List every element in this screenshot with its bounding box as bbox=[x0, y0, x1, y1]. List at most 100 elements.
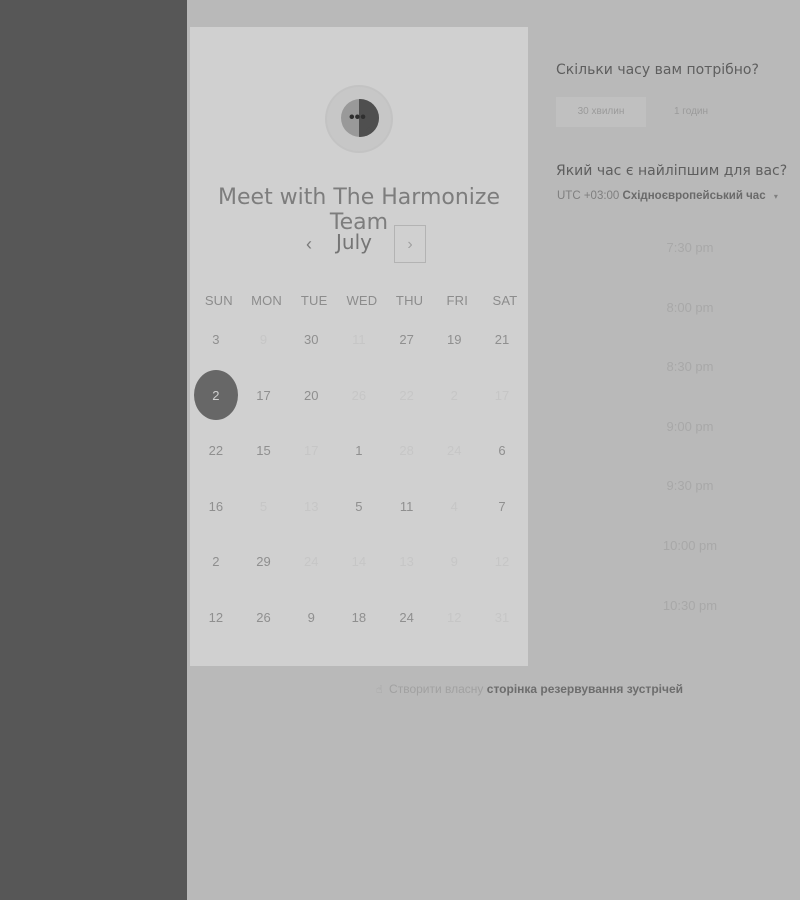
ellipsis-icon: ••• bbox=[349, 109, 366, 126]
calendar-day-number: 9 bbox=[307, 609, 315, 625]
time-slot[interactable]: 9:30 pm bbox=[640, 478, 740, 493]
calendar-day[interactable]: 5 bbox=[335, 482, 383, 530]
calendar-day-number: 9 bbox=[259, 332, 268, 348]
calendar-day: 12 bbox=[478, 538, 526, 586]
calendar-day[interactable]: 19 bbox=[430, 316, 478, 364]
duration-options: 30 хвилин 1 годин bbox=[556, 97, 736, 127]
calendar-day-number: 20 bbox=[303, 387, 319, 403]
footer-promo: ☝ Створити власну сторінка резервування … bbox=[376, 682, 683, 696]
time-slot[interactable]: 9:00 pm bbox=[640, 419, 740, 434]
calendar-day: 2 bbox=[430, 371, 478, 419]
calendar-day-number: 11 bbox=[352, 332, 366, 348]
calendar-day[interactable]: 16 bbox=[192, 482, 240, 530]
calendar-day: 9 bbox=[430, 538, 478, 586]
weekday-label: THU bbox=[395, 293, 424, 308]
calendar-week: 3 9 30 11 27 19 21 bbox=[192, 312, 526, 368]
timezone-select[interactable]: UTC +03:00 Східноєвропейський час ▾ bbox=[557, 190, 778, 202]
calendar-day-number: 24 bbox=[303, 554, 319, 570]
calendar-day[interactable]: 11 bbox=[383, 482, 431, 530]
calendar-day-number: 30 bbox=[303, 332, 319, 348]
calendar-day[interactable]: 18 bbox=[335, 593, 383, 641]
calendar-day-number: 31 bbox=[494, 609, 510, 625]
calendar-day-selected[interactable]: 2 bbox=[192, 370, 240, 421]
calendar-day-number: 5 bbox=[259, 498, 268, 514]
pointer-hand-icon: ☝ bbox=[376, 684, 383, 696]
calendar-day-number: 7 bbox=[498, 498, 506, 514]
calendar-day-number: 2 bbox=[193, 370, 238, 421]
calendar-day-number: 22 bbox=[399, 387, 414, 403]
calendar-day-number: 12 bbox=[447, 609, 462, 625]
calendar-day[interactable]: 7 bbox=[478, 482, 526, 530]
calendar-day[interactable]: 20 bbox=[287, 371, 335, 419]
chevron-right-icon[interactable]: › bbox=[394, 225, 426, 263]
calendar-day-number: 15 bbox=[256, 443, 271, 459]
time-slot[interactable]: 8:30 pm bbox=[640, 359, 740, 374]
calendar-day[interactable]: 6 bbox=[478, 427, 526, 475]
calendar-day: 26 bbox=[335, 371, 383, 419]
chevron-left-icon[interactable]: ‹ bbox=[295, 230, 323, 258]
calendar-day-number: 17 bbox=[303, 443, 319, 459]
calendar-day[interactable]: 21 bbox=[478, 316, 526, 364]
time-slot[interactable]: 8:00 pm bbox=[640, 300, 740, 315]
calendar-card: ••• Meet with The Harmonize Team ‹ July … bbox=[190, 27, 528, 666]
duration-question: Скільки часу вам потрібно? bbox=[556, 62, 759, 78]
calendar-day-number: 5 bbox=[355, 498, 363, 514]
calendar-day: 13 bbox=[383, 538, 431, 586]
calendar-day[interactable]: 30 bbox=[287, 316, 335, 364]
calendar-day-number: 12 bbox=[208, 609, 224, 625]
calendar-day[interactable]: 22 bbox=[192, 427, 240, 475]
calendar-day: 24 bbox=[430, 427, 478, 475]
calendar-day-number: 2 bbox=[450, 387, 458, 403]
calendar-day[interactable]: 1 bbox=[335, 427, 383, 475]
calendar-day[interactable]: 17 bbox=[240, 371, 288, 419]
weekday-label: SUN bbox=[204, 293, 233, 308]
time-question: Який час є найліпшим для вас? bbox=[556, 163, 788, 179]
calendar-day-number: 18 bbox=[351, 609, 367, 625]
calendar-day: 12 bbox=[430, 593, 478, 641]
calendar-day[interactable]: 9 bbox=[287, 593, 335, 641]
time-slot[interactable]: 10:30 pm bbox=[640, 598, 740, 613]
weekday-label: WED bbox=[346, 293, 378, 308]
weekday-label: SAT bbox=[492, 293, 518, 308]
calendar-day-number: 12 bbox=[494, 554, 510, 570]
time-slot[interactable]: 7:30 pm bbox=[640, 240, 740, 255]
days-grid: 3 9 30 11 27 19 21 2 17 20 26 22 2 17 22 15 17 1 28 24 6 16 5 1… bbox=[192, 312, 526, 645]
calendar-day: 4 bbox=[430, 482, 478, 530]
calendar-day-number: 9 bbox=[450, 554, 458, 570]
calendar-day[interactable]: 12 bbox=[192, 593, 240, 641]
calendar-day-number: 3 bbox=[212, 332, 220, 348]
calendar-day-number: 16 bbox=[208, 498, 224, 514]
month-label: July bbox=[336, 230, 372, 254]
calendar-day[interactable]: 15 bbox=[240, 427, 288, 475]
duration-option[interactable]: 30 хвилин bbox=[556, 97, 646, 127]
time-slot[interactable]: 10:00 pm bbox=[640, 538, 740, 553]
calendar-day-number: 24 bbox=[447, 443, 462, 459]
calendar-day: 9 bbox=[240, 316, 288, 364]
calendar-day: 14 bbox=[335, 538, 383, 586]
weekday-header: SUN MON TUE WED THU FRI SAT bbox=[195, 293, 529, 308]
calendar-week: 2 17 20 26 22 2 17 bbox=[192, 368, 526, 424]
weekday-label: FRI bbox=[446, 293, 469, 308]
calendar-day-number: 13 bbox=[399, 554, 414, 570]
calendar-day: 13 bbox=[287, 482, 335, 530]
team-logo: ••• bbox=[327, 87, 391, 151]
calendar-day[interactable]: 24 bbox=[383, 593, 431, 641]
chevron-down-icon: ▾ bbox=[773, 192, 778, 201]
calendar-day: 31 bbox=[478, 593, 526, 641]
calendar-day[interactable]: 2 bbox=[192, 538, 240, 586]
calendar-day[interactable]: 27 bbox=[383, 316, 431, 364]
calendar-day[interactable]: 29 bbox=[240, 538, 288, 586]
calendar-day-number: 24 bbox=[399, 609, 414, 625]
create-booking-page-link[interactable]: сторінка резервування зустрічей bbox=[487, 682, 683, 696]
calendar-day-number: 28 bbox=[399, 443, 414, 459]
chat-bubble-icon: ••• bbox=[341, 99, 379, 137]
calendar-day-number: 19 bbox=[447, 332, 462, 348]
calendar-day-number: 6 bbox=[498, 443, 506, 459]
calendar-day[interactable]: 26 bbox=[240, 593, 288, 641]
month-navigation: ‹ July › bbox=[190, 225, 528, 265]
timezone-offset: UTC +03:00 bbox=[557, 190, 620, 202]
duration-option[interactable]: 1 годин bbox=[646, 97, 736, 127]
calendar-week: 16 5 13 5 11 4 7 bbox=[192, 479, 526, 535]
calendar-day: 17 bbox=[287, 427, 335, 475]
calendar-day[interactable]: 3 bbox=[192, 316, 240, 364]
